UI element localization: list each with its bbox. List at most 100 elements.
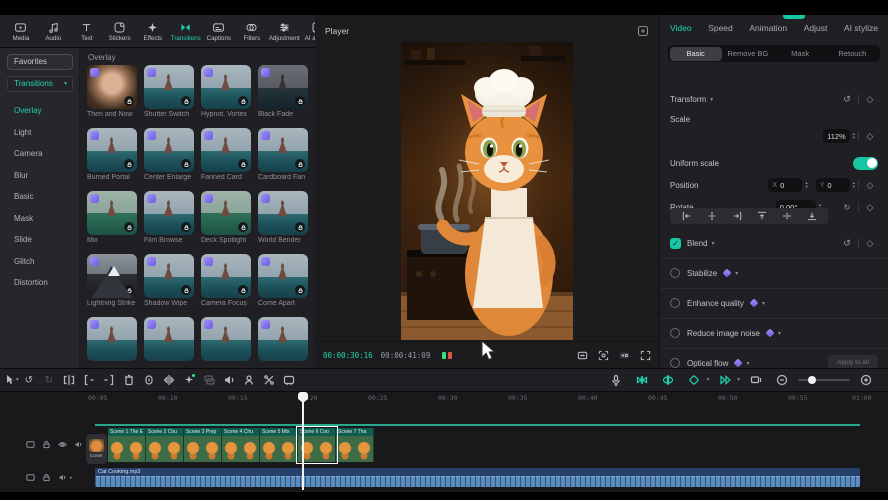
align-right-icon[interactable] <box>732 211 742 221</box>
transition-card[interactable]: Come Apart <box>258 254 308 307</box>
snap-to-clips-icon[interactable] <box>632 370 652 390</box>
clip-scene-1[interactable]: Scene 1 The E <box>108 428 146 462</box>
track-lock-icon[interactable] <box>42 473 51 482</box>
delete-left-tool[interactable] <box>119 370 139 390</box>
stabilize-checkbox[interactable] <box>670 268 680 278</box>
export-button-edge[interactable] <box>783 15 805 19</box>
transition-card[interactable]: World Bender <box>258 191 308 244</box>
keyframe-mode-icon[interactable] <box>684 370 704 390</box>
chevron-down-icon[interactable]: ▾ <box>735 270 738 277</box>
scale-value-field[interactable]: 112% <box>823 129 850 143</box>
tab-ai-stylize[interactable]: AI stylize <box>844 23 878 33</box>
keyframe-position-button[interactable]: ◇ <box>862 178 878 192</box>
optical-flow-checkbox[interactable] <box>670 358 680 368</box>
subtab-mask[interactable]: Mask <box>774 47 826 61</box>
sidebar-item-blur[interactable]: Blur <box>0 165 80 187</box>
align-middle-vertical-icon[interactable] <box>782 211 792 221</box>
subtab-retouch[interactable]: Retouch <box>826 47 878 61</box>
chevron-down-icon[interactable]: ▾ <box>737 377 740 383</box>
sidebar-item-overlay[interactable]: Overlay <box>0 100 80 122</box>
position-y-stepper[interactable]: ▴▾ <box>853 181 855 190</box>
transition-card[interactable]: Shadow Wipe <box>144 254 194 307</box>
tab-video[interactable]: Video <box>670 23 692 33</box>
track-eye-icon[interactable] <box>58 440 67 449</box>
transition-card[interactable]: Shutter Switch <box>144 65 194 118</box>
menu-transitions[interactable]: Transitions <box>171 21 200 42</box>
transition-card[interactable]: Camera Focus <box>201 254 251 307</box>
focus-scan-icon[interactable] <box>598 350 609 361</box>
chevron-right-icon[interactable]: ▸ <box>70 475 73 481</box>
track-visibility-icon[interactable] <box>26 440 35 449</box>
reset-blend-button[interactable]: ↺ <box>839 236 855 250</box>
chevron-down-icon[interactable]: ▾ <box>706 377 709 383</box>
delete-right-tool[interactable] <box>139 370 159 390</box>
undo-button[interactable]: ↺ <box>19 370 39 390</box>
subtab-basic[interactable]: Basic <box>670 47 722 61</box>
render-quality-icon[interactable] <box>442 352 452 359</box>
apply-to-all-button[interactable]: Apply to all <box>828 355 878 369</box>
position-x-stepper[interactable]: ▴▾ <box>805 181 807 190</box>
transition-card[interactable]: Lightning Strike <box>87 254 137 307</box>
subtab-remove-bg[interactable]: Remove BG <box>722 47 774 61</box>
align-bottom-icon[interactable] <box>807 211 817 221</box>
layers-tool[interactable] <box>199 370 219 390</box>
chevron-down-icon[interactable]: ▾ <box>762 300 765 307</box>
clip-scene-3[interactable]: Scene 3 Prep <box>184 428 222 462</box>
align-center-horizontal-icon[interactable] <box>707 211 717 221</box>
tab-adjust[interactable]: Adjust <box>804 23 828 33</box>
split-tool[interactable] <box>59 370 79 390</box>
audio-tool[interactable] <box>219 370 239 390</box>
transition-card-partial[interactable] <box>258 317 308 361</box>
sidebar-item-light[interactable]: Light <box>0 122 80 144</box>
transition-card[interactable]: Hypnot. Vortex <box>201 65 251 118</box>
menu-stickers[interactable]: Stickers <box>105 21 134 42</box>
scale-stepper[interactable]: ▴▾ <box>853 132 855 141</box>
clip-scene-7[interactable]: Scene 7 Tha <box>336 428 374 462</box>
track-lock-icon[interactable] <box>42 440 51 449</box>
ai-cutout-tool[interactable] <box>179 370 199 390</box>
track-mute-icon[interactable] <box>58 473 67 482</box>
auto-scroll-icon[interactable] <box>715 370 735 390</box>
transition-card[interactable]: Fanned Card <box>201 128 251 181</box>
menu-adjustment[interactable]: Adjustment <box>270 21 299 42</box>
align-top-icon[interactable] <box>757 211 767 221</box>
menu-effects[interactable]: Effects <box>138 21 167 42</box>
menu-audio[interactable]: Audio <box>39 21 68 42</box>
transition-card[interactable]: Center Enlarge <box>144 128 194 181</box>
uniform-scale-toggle[interactable] <box>853 157 878 170</box>
sidebar-favorites[interactable]: Favorites <box>7 54 73 70</box>
rotate-dial-icon[interactable]: ↻ <box>839 200 855 214</box>
player-options-icon[interactable] <box>637 25 649 37</box>
sidebar-item-slide[interactable]: Slide <box>0 229 80 251</box>
chevron-down-icon[interactable]: ▾ <box>746 360 749 367</box>
timeline-zoom-slider[interactable] <box>798 379 850 381</box>
sidebar-group-transitions[interactable]: Transitions ▾ <box>7 76 73 92</box>
enhance-quality-checkbox[interactable] <box>670 298 680 308</box>
sidebar-item-camera[interactable]: Camera <box>0 143 80 165</box>
timeline-ruler[interactable]: 00:05 00:10 00:15 00:20 00:25 00:30 00:3… <box>0 392 888 405</box>
transition-card[interactable]: Cardboard Fan <box>258 128 308 181</box>
keyframe-rotate-button[interactable]: ◇ <box>862 200 878 214</box>
track-mute-icon[interactable] <box>74 440 83 449</box>
aspect-ratio-icon[interactable] <box>577 350 588 361</box>
playhead[interactable] <box>302 392 304 490</box>
chevron-down-icon[interactable]: ▾ <box>710 96 713 103</box>
clip-scene-2[interactable]: Scene 2 Chu <box>146 428 184 462</box>
transition-card[interactable]: Burned Portal <box>87 128 137 181</box>
reset-transform-button[interactable]: ↺ <box>839 92 855 106</box>
sidebar-item-glitch[interactable]: Glitch <box>0 251 80 273</box>
clip-scene-4[interactable]: Scene 4 Chu <box>222 428 260 462</box>
link-clips-icon[interactable] <box>658 370 678 390</box>
audio-clip[interactable]: Cat Cooking.mp3 <box>95 468 860 487</box>
keyframe-scale-button[interactable]: ◇ <box>862 129 878 143</box>
canvas-tool[interactable] <box>279 370 299 390</box>
tab-animation[interactable]: Animation <box>749 23 787 33</box>
trim-right-tool[interactable] <box>99 370 119 390</box>
transition-card-partial[interactable] <box>87 317 137 361</box>
menu-filters[interactable]: Filters <box>237 21 266 42</box>
sidebar-item-distortion[interactable]: Distortion <box>0 272 80 294</box>
menu-captions[interactable]: Captions <box>204 21 233 42</box>
keyframe-transform-button[interactable]: ◇ <box>862 92 878 106</box>
transition-card-partial[interactable] <box>201 317 251 361</box>
menu-text[interactable]: Text <box>72 21 101 42</box>
